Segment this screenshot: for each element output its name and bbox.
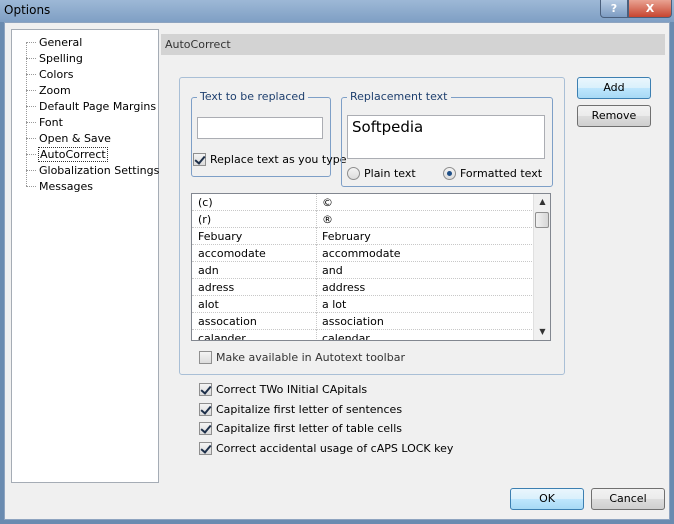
table-row[interactable]: calander calendar (192, 330, 534, 341)
remove-button[interactable]: Remove (577, 105, 651, 127)
tree-item-label: Zoom (39, 83, 71, 97)
replace-cell: Febuary (198, 230, 243, 243)
replace-cell: alot (198, 298, 219, 311)
option-label: Capitalize first letter of table cells (216, 422, 403, 435)
tree-item-font[interactable]: Font (26, 114, 64, 130)
ok-button[interactable]: OK (510, 488, 584, 510)
autocorrect-panel: AutoCorrect Text to be replaced Replace … (161, 29, 665, 483)
replacement-text-legend: Replacement text (347, 90, 451, 103)
with-cell: a lot (322, 298, 347, 311)
tree-item-label: Open & Save (39, 131, 111, 145)
option-checkbox[interactable] (199, 403, 212, 416)
formatted-text-radio[interactable] (443, 167, 456, 180)
replace-cell: (c) (198, 196, 213, 209)
table-row[interactable]: assocation association (192, 313, 534, 330)
table-row[interactable]: accomodate accommodate (192, 245, 534, 262)
with-cell: address (322, 281, 366, 294)
table-row[interactable]: adn and (192, 262, 534, 279)
options-tree: General Spelling Colors Zoom Default Pag… (11, 29, 159, 483)
tree-item-globalization-settings[interactable]: Globalization Settings (26, 162, 160, 178)
with-cell: association (322, 315, 384, 328)
with-cell: accommodate (322, 247, 401, 260)
help-button[interactable]: ? (600, 0, 628, 18)
tree-item-autocorrect[interactable]: AutoCorrect (26, 146, 108, 162)
text-to-replace-input[interactable] (197, 117, 323, 139)
with-cell: © (322, 196, 333, 209)
option-checkbox[interactable] (199, 442, 212, 455)
window-controls: ? X (600, 0, 672, 18)
formatted-text-label: Formatted text (460, 167, 543, 180)
text-to-replace-legend: Text to be replaced (197, 90, 309, 103)
with-cell: and (322, 264, 343, 277)
plain-text-radio[interactable] (347, 167, 360, 180)
tree-item-colors[interactable]: Colors (26, 66, 74, 82)
option-capitalize-sentences[interactable]: Capitalize first letter of sentences (199, 403, 402, 416)
option-label: Capitalize first letter of sentences (216, 403, 403, 416)
table-row[interactable]: adress address (192, 279, 534, 296)
with-cell: calendar (322, 332, 370, 341)
table-row[interactable]: (c) © (192, 194, 534, 211)
autotext-row[interactable]: Make available in Autotext toolbar (199, 351, 405, 364)
close-button[interactable]: X (628, 0, 672, 18)
tree-item-label: Spelling (39, 51, 83, 65)
tree-item-messages[interactable]: Messages (26, 178, 94, 194)
option-checkbox[interactable] (199, 422, 212, 435)
cancel-button[interactable]: Cancel (591, 488, 665, 510)
scroll-up-icon[interactable]: ▲ (534, 194, 550, 210)
tree-item-label: Font (39, 115, 63, 129)
tree-item-label: Globalization Settings (39, 163, 160, 177)
replace-as-you-type-label: Replace text as you type (210, 153, 347, 166)
replacement-text-input[interactable]: Softpedia (347, 115, 545, 159)
table-row[interactable]: Febuary February (192, 228, 534, 245)
replace-cell: (r) (198, 213, 212, 226)
option-label: Correct accidental usage of cAPS LOCK ke… (216, 442, 454, 455)
tree-item-label: General (39, 35, 83, 49)
option-correct-two-initial-capitals[interactable]: Correct TWo INitial CApitals (199, 383, 367, 396)
option-capitalize-table-cells[interactable]: Capitalize first letter of table cells (199, 422, 402, 435)
with-cell: ® (322, 213, 333, 226)
replace-cell: adress (198, 281, 235, 294)
tree-item-spelling[interactable]: Spelling (26, 50, 84, 66)
replace-cell: assocation (198, 315, 257, 328)
tree-item-label: Colors (39, 67, 74, 81)
option-label: Correct TWo INitial CApitals (216, 383, 368, 396)
replace-cell: accomodate (198, 247, 266, 260)
with-cell: February (322, 230, 371, 243)
add-button[interactable]: Add (577, 77, 651, 99)
tree-item-label: AutoCorrect (38, 146, 108, 162)
replace-as-you-type-checkbox[interactable] (193, 153, 206, 166)
tree-item-label: Messages (39, 179, 93, 193)
scroll-thumb[interactable] (535, 212, 549, 228)
window-title: Options (4, 3, 51, 17)
tree-item-open-save[interactable]: Open & Save (26, 130, 112, 146)
autotext-label: Make available in Autotext toolbar (216, 351, 405, 364)
replace-cell: calander (198, 332, 246, 341)
formatted-text-option[interactable]: Formatted text (443, 167, 542, 180)
title-bar: Options ? X (0, 0, 674, 22)
list-scrollbar[interactable]: ▲ ▼ (533, 194, 550, 340)
plain-text-option[interactable]: Plain text (347, 167, 416, 180)
table-row[interactable]: (r) ® (192, 211, 534, 228)
option-caps-lock[interactable]: Correct accidental usage of cAPS LOCK ke… (199, 442, 453, 455)
tree-item-default-page-margins[interactable]: Default Page Margins (26, 98, 157, 114)
plain-text-label: Plain text (364, 167, 416, 180)
autotext-checkbox[interactable] (199, 351, 212, 364)
option-checkbox[interactable] (199, 383, 212, 396)
section-title: AutoCorrect (161, 34, 665, 55)
tree-item-zoom[interactable]: Zoom (26, 82, 72, 98)
tree-item-label: Default Page Margins (39, 99, 157, 113)
table-row[interactable]: alot a lot (192, 296, 534, 313)
scroll-down-icon[interactable]: ▼ (534, 324, 550, 340)
replace-cell: adn (198, 264, 219, 277)
options-dialog: General Spelling Colors Zoom Default Pag… (4, 22, 670, 520)
tree-item-general[interactable]: General (26, 34, 83, 50)
replace-as-you-type-row[interactable]: Replace text as you type (193, 153, 346, 166)
autocorrect-list[interactable]: (c) © (r) ® Febuary February accomodate acco… (191, 193, 551, 341)
